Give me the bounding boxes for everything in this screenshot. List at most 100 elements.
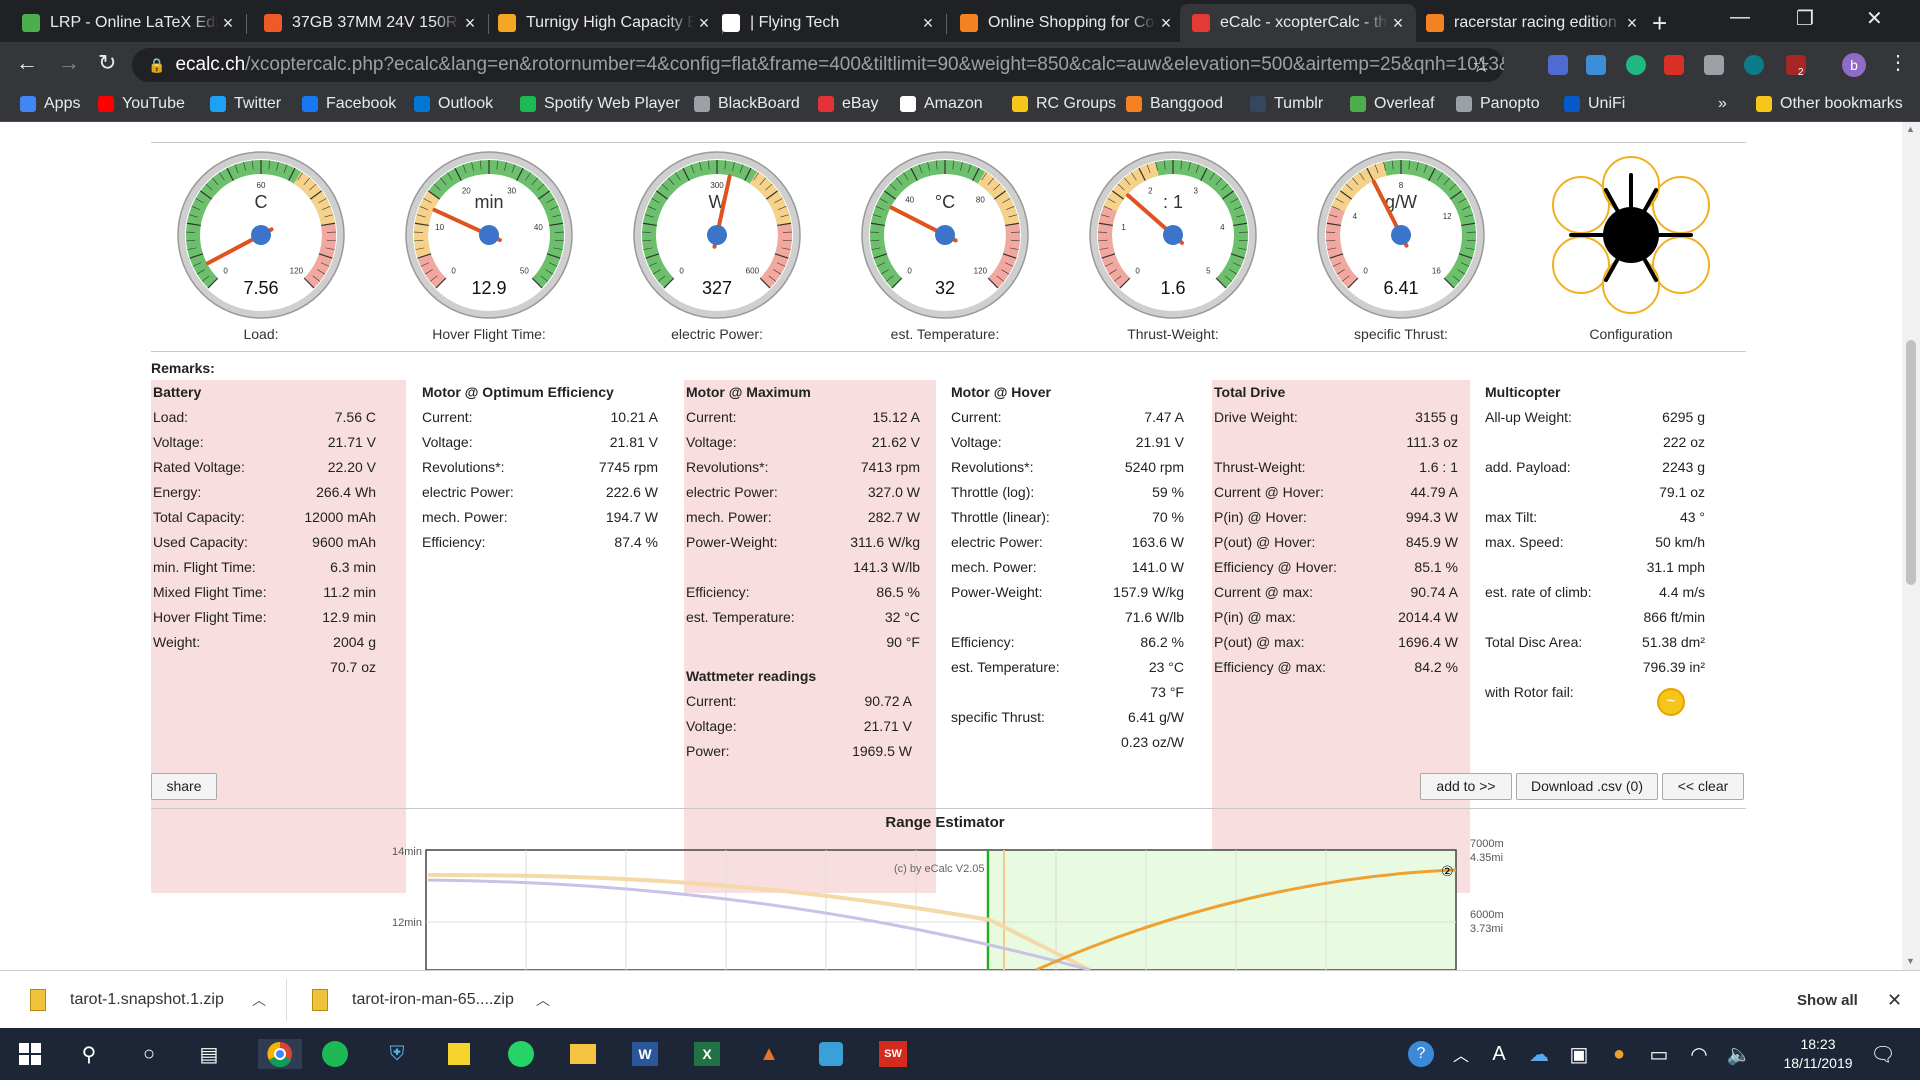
- close-tab-icon[interactable]: ×: [1388, 13, 1408, 34]
- download-csv-button[interactable]: Download .csv (0): [1516, 773, 1658, 800]
- add-to-button[interactable]: add to >>: [1420, 773, 1512, 800]
- spotify-icon[interactable]: [320, 1039, 350, 1069]
- browser-tab[interactable]: racerstar racing edition ×: [1414, 4, 1650, 42]
- extension-icon[interactable]: [1548, 55, 1568, 75]
- volume-icon[interactable]: 🔈: [1724, 1039, 1754, 1069]
- globe-icon: [1456, 96, 1472, 112]
- stat-row: Efficiency @ max: 84.2 %: [1212, 657, 1470, 677]
- scrollbar-thumb[interactable]: [1906, 340, 1916, 585]
- bookmark-item[interactable]: Panopto: [1456, 95, 1540, 113]
- extension-icon[interactable]: [1664, 55, 1684, 75]
- outlook-icon: [414, 96, 430, 112]
- gauge-tick-label: 16: [1432, 266, 1441, 275]
- stat-label: electric Power:: [951, 534, 1043, 550]
- bookmark-item[interactable]: eBay: [818, 95, 878, 113]
- windows-start-icon[interactable]: [15, 1039, 45, 1069]
- notifications-icon[interactable]: 🗨: [1868, 1039, 1898, 1069]
- close-downloads-icon[interactable]: ✕: [1887, 971, 1902, 1029]
- restore-window-icon[interactable]: ❐: [1796, 6, 1814, 31]
- download-item[interactable]: tarot-1.snapshot.1.zip ︿: [30, 971, 280, 1029]
- bookmark-item[interactable]: Overleaf: [1350, 95, 1434, 113]
- close-tab-icon[interactable]: ×: [460, 13, 480, 34]
- excel-icon[interactable]: X: [692, 1039, 722, 1069]
- clear-button[interactable]: << clear: [1662, 773, 1744, 800]
- matlab-icon[interactable]: ▲: [754, 1039, 784, 1069]
- gauge-value: 327: [702, 278, 732, 298]
- address-bar[interactable]: 🔒 ecalc.ch/xcoptercalc.php?ecalc&lang=en…: [132, 48, 1504, 82]
- cortana-icon[interactable]: ○: [134, 1039, 164, 1069]
- bookmark-item[interactable]: UniFi: [1564, 95, 1625, 113]
- close-tab-icon[interactable]: ×: [1622, 13, 1642, 34]
- close-tab-icon[interactable]: ×: [1156, 13, 1176, 34]
- bookmark-item[interactable]: Apps: [20, 95, 80, 113]
- page-scrollbar[interactable]: ▲ ▼: [1902, 122, 1920, 970]
- stat-row: mech. Power: 194.7 W: [420, 507, 675, 527]
- bookmark-item[interactable]: Banggood: [1126, 95, 1223, 113]
- reload-icon[interactable]: ↻: [98, 50, 116, 76]
- bookmark-star-icon[interactable]: ☆: [1472, 53, 1490, 78]
- chevron-up-icon[interactable]: ︿: [536, 990, 550, 1010]
- stat-label: P(in) @ max:: [1214, 609, 1296, 625]
- tray-app-icon[interactable]: ●: [1604, 1039, 1634, 1069]
- browser-tab[interactable]: 37GB 37MM 24V 150RPM×: [252, 4, 488, 42]
- bookmark-item[interactable]: Facebook: [302, 95, 396, 113]
- bookmark-item[interactable]: Spotify Web Player: [520, 95, 680, 113]
- back-icon[interactable]: ←: [16, 50, 38, 76]
- solidworks-icon[interactable]: SW: [878, 1039, 908, 1069]
- forward-icon[interactable]: →: [58, 50, 80, 76]
- grammarly-icon[interactable]: [1626, 55, 1646, 75]
- sticky-notes-icon[interactable]: [444, 1039, 474, 1069]
- stat-value: 141.0 W: [1131, 559, 1184, 575]
- browser-tab[interactable]: | Flying Tech ×: [710, 4, 946, 42]
- browser-tab[interactable]: Turnigy High Capacity Battery×: [486, 4, 722, 42]
- scroll-down-icon[interactable]: ▼: [1906, 956, 1915, 966]
- file-explorer-icon[interactable]: [568, 1039, 598, 1069]
- other-bookmarks[interactable]: Other bookmarks: [1756, 95, 1903, 113]
- browser-tab[interactable]: Online Shopping for Cool Gadgets×: [948, 4, 1184, 42]
- adobe-icon[interactable]: A: [1484, 1039, 1514, 1069]
- download-item[interactable]: tarot-iron-man-65....zip ︿: [312, 971, 562, 1029]
- taskbar-clock[interactable]: 18:23 18/11/2019: [1770, 1035, 1866, 1073]
- battery-icon[interactable]: ▭: [1644, 1039, 1674, 1069]
- wifi-icon[interactable]: ◠: [1684, 1039, 1714, 1069]
- browser-tab[interactable]: LRP - Online LaTeX Editor×: [10, 4, 246, 42]
- task-view-icon[interactable]: ▤: [194, 1039, 224, 1069]
- browser-tab[interactable]: eCalc - xcopterCalc - the ×: [1180, 4, 1416, 42]
- stat-value: 111.3 oz: [1406, 434, 1458, 450]
- show-all-button[interactable]: Show all: [1797, 971, 1858, 1029]
- chrome-menu-icon[interactable]: ⋮: [1888, 50, 1908, 75]
- minimize-window-icon[interactable]: —: [1730, 6, 1750, 29]
- onedrive-icon[interactable]: ☁: [1524, 1039, 1554, 1069]
- profile-avatar[interactable]: b: [1842, 53, 1866, 77]
- chevron-up-icon[interactable]: ︿: [252, 990, 266, 1010]
- bookmark-item[interactable]: Amazon: [900, 95, 983, 113]
- defender-icon[interactable]: ⛨: [382, 1039, 412, 1069]
- share-button[interactable]: share: [151, 773, 217, 800]
- search-icon[interactable]: ⚲: [74, 1039, 104, 1069]
- bookmark-item[interactable]: YouTube: [98, 95, 185, 113]
- close-window-icon[interactable]: ✕: [1866, 6, 1883, 31]
- bookmark-item[interactable]: BlackBoard: [694, 95, 800, 113]
- scroll-up-icon[interactable]: ▲: [1906, 124, 1915, 134]
- tray-overflow-icon[interactable]: ︿: [1446, 1039, 1476, 1069]
- chrome-icon[interactable]: [258, 1039, 302, 1069]
- help-icon[interactable]: ?: [1406, 1039, 1436, 1069]
- stat-label: Drive Weight:: [1214, 409, 1298, 425]
- tray-app-icon[interactable]: ▣: [1564, 1039, 1594, 1069]
- bookmark-item[interactable]: Outlook: [414, 95, 493, 113]
- whatsapp-icon[interactable]: [506, 1039, 536, 1069]
- new-tab-button[interactable]: +: [1652, 8, 1667, 39]
- extension-icon[interactable]: [1744, 55, 1764, 75]
- close-tab-icon[interactable]: ×: [218, 13, 238, 34]
- extension-icon[interactable]: [1704, 55, 1724, 75]
- app-icon[interactable]: [816, 1039, 846, 1069]
- bookmarks-overflow-icon[interactable]: »: [1718, 95, 1727, 113]
- extension-icon[interactable]: [1586, 55, 1606, 75]
- word-icon[interactable]: W: [630, 1039, 660, 1069]
- bookmark-item[interactable]: RC Groups: [1012, 95, 1116, 113]
- bookmark-item[interactable]: Twitter: [210, 95, 281, 113]
- ublock-icon[interactable]: 2: [1786, 55, 1806, 78]
- close-tab-icon[interactable]: ×: [918, 13, 938, 34]
- tab-title: LRP - Online LaTeX Editor: [50, 14, 218, 31]
- bookmark-item[interactable]: Tumblr: [1250, 95, 1323, 113]
